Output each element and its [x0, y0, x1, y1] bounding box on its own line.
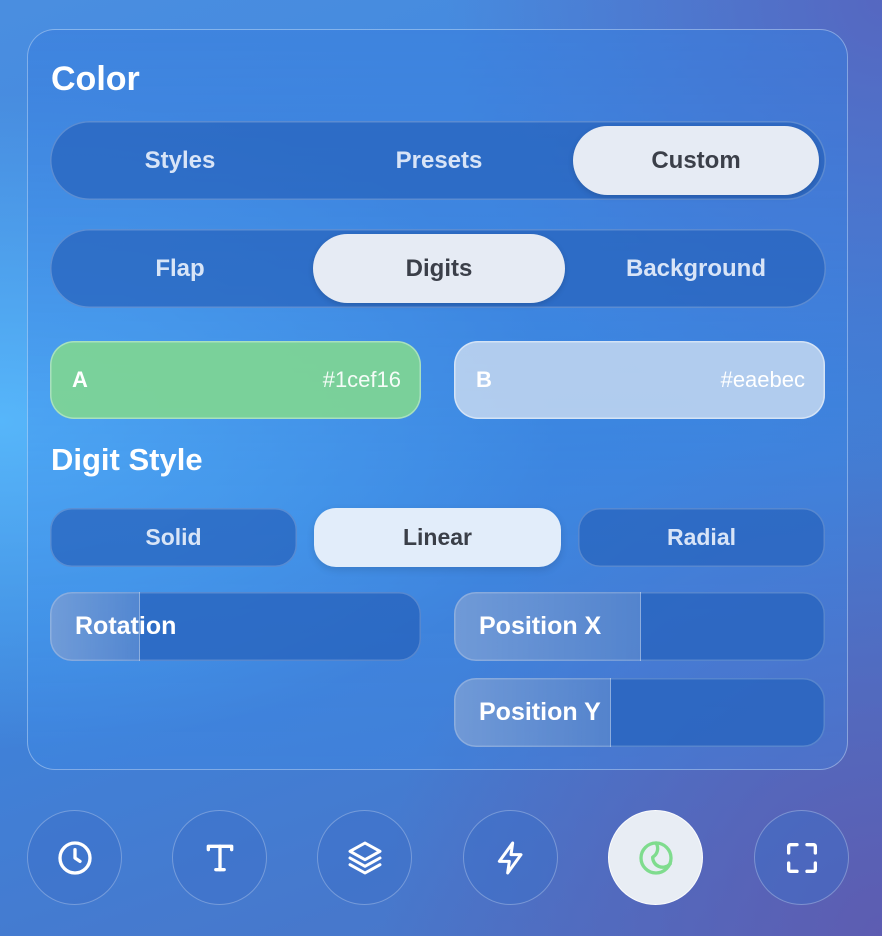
mode-segmented-control: Styles Presets Custom	[50, 121, 826, 200]
style-solid-button[interactable]: Solid	[50, 508, 297, 567]
color-button[interactable]	[608, 810, 703, 905]
fullscreen-button[interactable]	[754, 810, 849, 905]
color-swatch-b[interactable]: B #eaebec	[454, 341, 825, 419]
color-palette-icon	[638, 840, 673, 875]
bolt-icon	[497, 841, 522, 874]
rotation-slider-label: Rotation	[75, 612, 177, 640]
color-swatch-a[interactable]: A #1cef16	[50, 341, 421, 419]
tab-styles[interactable]: Styles	[56, 126, 304, 195]
text-icon	[206, 844, 233, 871]
rotation-slider[interactable]: Rotation	[50, 592, 421, 661]
style-linear-button[interactable]: Linear	[314, 508, 561, 567]
tab-custom[interactable]: Custom	[573, 126, 819, 195]
swatch-b-hex: #eaebec	[720, 367, 805, 392]
text-button[interactable]	[172, 810, 267, 905]
position-y-slider[interactable]: Position Y	[454, 678, 825, 747]
style-radial-button[interactable]: Radial	[578, 508, 825, 567]
swatch-a-hex: #1cef16	[322, 367, 401, 392]
fullscreen-icon	[786, 842, 817, 873]
position-x-slider[interactable]: Position X	[454, 592, 825, 661]
tab-presets[interactable]: Presets	[313, 126, 565, 195]
position-x-slider-label: Position X	[479, 612, 602, 640]
swatch-a-label: A	[72, 367, 88, 392]
swatch-b-label: B	[476, 367, 492, 392]
panel-title: Color	[51, 60, 140, 98]
target-segmented-control: Flap Digits Background	[50, 229, 826, 308]
tab-flap[interactable]: Flap	[56, 234, 304, 303]
clock-icon	[57, 840, 92, 875]
bolt-button[interactable]	[463, 810, 558, 905]
position-y-slider-label: Position Y	[479, 698, 601, 726]
tab-background[interactable]: Background	[573, 234, 819, 303]
tab-digits[interactable]: Digits	[313, 234, 565, 303]
layers-button[interactable]	[317, 810, 412, 905]
layers-icon	[348, 841, 381, 874]
digit-style-heading: Digit Style	[51, 442, 203, 477]
clock-button[interactable]	[27, 810, 122, 905]
